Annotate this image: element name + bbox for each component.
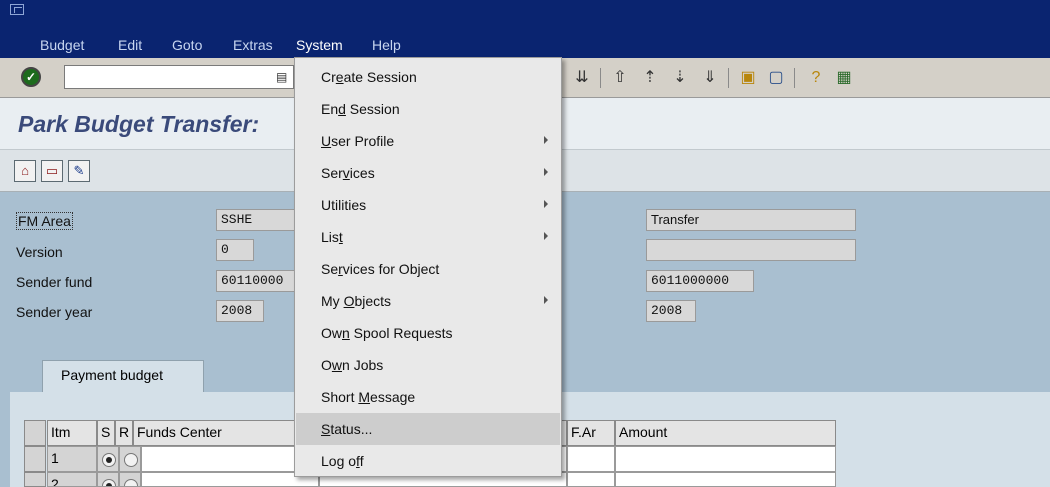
r-radio[interactable]	[124, 453, 138, 467]
menu-item-log-off[interactable]: Log off	[296, 445, 560, 477]
s-radio[interactable]	[102, 453, 116, 467]
menu-item-list[interactable]: List	[296, 221, 560, 253]
page-title: Park Budget Transfer:	[18, 111, 260, 137]
command-field[interactable]	[64, 65, 294, 89]
column-header-itm[interactable]: Itm	[47, 420, 97, 446]
sender-fund-field[interactable]: 60110000	[216, 270, 296, 292]
submenu-arrow-icon	[544, 296, 548, 304]
menu-item-services[interactable]: Services	[296, 157, 560, 189]
system-menu-dropdown: Create Session End Session User Profile Ser…	[294, 57, 562, 477]
menu-item-label: Status...	[321, 421, 373, 437]
menu-budget[interactable]: Budget	[40, 37, 84, 53]
tab-label: Payment budget	[61, 367, 163, 383]
command-history-icon[interactable]: ▤	[276, 70, 287, 84]
menu-item-status[interactable]: Status...	[296, 413, 560, 445]
header-icon[interactable]: ⌂	[14, 160, 36, 182]
shortcut-icon[interactable]: ⇡	[640, 68, 660, 88]
s-radio[interactable]	[102, 479, 116, 486]
shortcut-icon[interactable]: ▢	[766, 68, 786, 88]
menu-item-label: List	[321, 229, 343, 245]
r-radio[interactable]	[124, 479, 138, 486]
menu-item-utilities[interactable]: Utilities	[296, 189, 560, 221]
submenu-arrow-icon	[544, 168, 548, 176]
menu-bar: Budget Edit Goto Extras System Help	[0, 0, 1050, 58]
menu-item-label: My Objects	[321, 293, 392, 309]
menu-item-own-jobs[interactable]: Own Jobs	[296, 349, 560, 381]
system-menu-icon[interactable]	[10, 4, 24, 15]
menu-item-services-for-object[interactable]: Services for Object	[296, 253, 560, 285]
amount-input[interactable]	[615, 472, 836, 487]
submenu-arrow-icon	[544, 200, 548, 208]
f-ar-input[interactable]	[567, 446, 615, 472]
menu-item-label: Services for Object	[321, 261, 440, 277]
funds-center-input[interactable]	[141, 472, 319, 487]
transfer-type-field[interactable]: Transfer	[646, 209, 856, 231]
menu-item-label: Services	[321, 165, 375, 181]
submenu-arrow-icon	[544, 136, 548, 144]
menu-help[interactable]: Help	[372, 37, 401, 53]
f-ar-input[interactable]	[567, 472, 615, 487]
last-page-icon[interactable]: ⇊	[572, 68, 592, 88]
fm-area-field[interactable]: SSHE	[216, 209, 296, 231]
amount-input[interactable]	[615, 446, 836, 472]
toolbar-separator	[728, 68, 729, 88]
menu-item-my-objects[interactable]: My Objects	[296, 285, 560, 317]
next-page-icon[interactable]: ⇣	[670, 68, 690, 88]
last-page-icon[interactable]: ⇓	[700, 68, 720, 88]
layout-icon[interactable]: ▦	[834, 68, 854, 88]
receiver-fund-field[interactable]: 6011000000	[646, 270, 754, 292]
help-icon[interactable]: ?	[806, 68, 826, 88]
menu-item-label: Log off	[321, 453, 364, 469]
table-cell-itm: 1	[47, 446, 97, 472]
row-selector[interactable]	[24, 446, 46, 472]
column-header-amount[interactable]: Amount	[615, 420, 836, 446]
print-icon[interactable]: ▭	[41, 160, 63, 182]
enter-icon[interactable]: ✓	[21, 67, 41, 87]
toolbar-separator	[794, 68, 795, 88]
receiver-version-field[interactable]	[646, 239, 856, 261]
menu-item-short-message[interactable]: Short Message	[296, 381, 560, 413]
menu-item-end-session[interactable]: End Session	[296, 93, 560, 125]
table-cell-r[interactable]	[119, 446, 141, 472]
submenu-arrow-icon	[544, 232, 548, 240]
version-label: Version	[16, 244, 63, 260]
toolbar-separator	[600, 68, 601, 88]
menu-item-label: End Session	[321, 101, 400, 117]
menu-edit[interactable]: Edit	[118, 37, 142, 53]
sender-year-field[interactable]: 2008	[216, 300, 264, 322]
row-selector[interactable]	[24, 472, 46, 487]
table-cell-itm: 2	[47, 472, 97, 487]
menu-goto[interactable]: Goto	[172, 37, 202, 53]
column-header-funds-center[interactable]: Funds Center	[133, 420, 319, 446]
receiver-year-field[interactable]: 2008	[646, 300, 696, 322]
select-all-button[interactable]	[24, 420, 46, 446]
table-cell-s[interactable]	[97, 446, 119, 472]
menu-item-user-profile[interactable]: User Profile	[296, 125, 560, 157]
menu-item-label: Create Session	[321, 69, 417, 85]
new-session-icon[interactable]: ▣	[738, 68, 758, 88]
menu-system[interactable]: System	[296, 37, 343, 53]
edit-icon[interactable]: ✎	[68, 160, 90, 182]
table-cell-r[interactable]	[119, 472, 141, 487]
sender-fund-label: Sender fund	[16, 274, 93, 290]
fm-area-label: FM Area	[16, 212, 73, 230]
column-header-s[interactable]: S	[97, 420, 115, 446]
column-header-f-ar[interactable]: F.Ar	[567, 420, 615, 446]
menu-item-label: Own Spool Requests	[321, 325, 453, 341]
version-field[interactable]: 0	[216, 239, 254, 261]
table-cell-s[interactable]	[97, 472, 119, 487]
menu-item-label: Own Jobs	[321, 357, 384, 373]
menu-item-create-session[interactable]: Create Session	[296, 61, 560, 93]
tab-payment-budget[interactable]: Payment budget	[42, 360, 204, 392]
menu-item-label: User Profile	[321, 133, 395, 149]
sender-year-label: Sender year	[16, 304, 93, 320]
menu-extras[interactable]: Extras	[233, 37, 273, 53]
new-session-icon[interactable]: ⇧	[610, 68, 630, 88]
funds-center-input[interactable]	[141, 446, 319, 472]
menu-item-label: Short Message	[321, 389, 416, 405]
menu-item-own-spool-requests[interactable]: Own Spool Requests	[296, 317, 560, 349]
menu-item-label: Utilities	[321, 197, 367, 213]
column-header-r[interactable]: R	[115, 420, 133, 446]
